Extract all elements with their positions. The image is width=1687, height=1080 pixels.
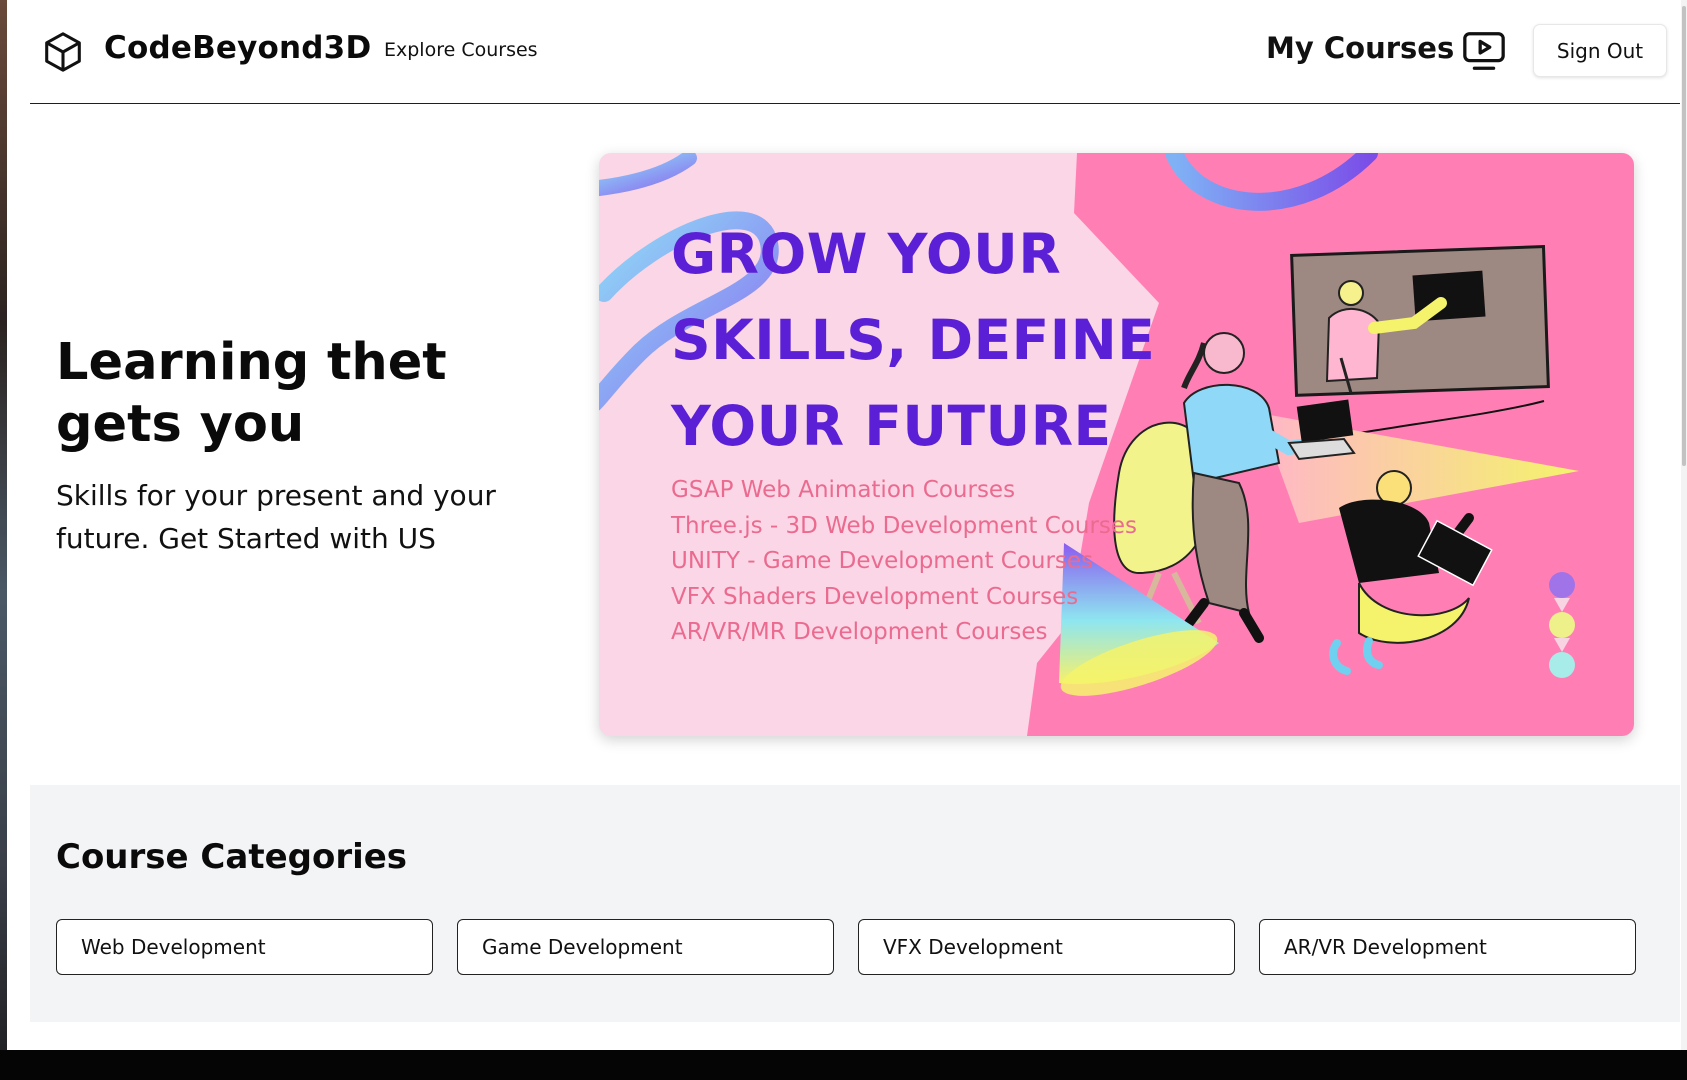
browser-page: CodeBeyond3D Explore Courses My Courses … [7,0,1687,1050]
sign-out-button[interactable]: Sign Out [1533,24,1667,77]
page-scrollbar[interactable] [1681,0,1687,1050]
course-categories-title: Course Categories [56,837,408,877]
brand-name[interactable]: CodeBeyond3D [104,30,371,66]
banner-course-item: UNITY - Game Development Courses [671,548,1094,575]
cube-icon[interactable] [40,28,86,76]
banner-course-item: GSAP Web Animation Courses [671,477,1016,503]
promo-banner: GROW YOUR SKILLS, DEFINE YOUR FUTURE GSA… [599,153,1634,736]
banner-course-item: VFX Shaders Development Courses [671,583,1079,610]
banner-headline: GROW YOUR SKILLS, DEFINE YOUR FUTURE [671,222,1156,458]
desktop-wallpaper-edge [0,0,7,1080]
banner-course-item: Three.js - 3D Web Development Courses [671,512,1138,539]
category-web-development-button[interactable]: Web Development [56,919,433,975]
banner-course-list: GSAP Web Animation Courses Three.js - 3D… [671,473,1137,651]
navbar: CodeBeyond3D Explore Courses My Courses … [30,0,1680,104]
banner-course-item: AR/VR/MR Development Courses [671,619,1048,646]
category-vfx-development-button[interactable]: VFX Development [858,919,1235,975]
category-game-development-button[interactable]: Game Development [457,919,834,975]
my-courses-link[interactable]: My Courses [1266,31,1454,65]
category-arvr-development-button[interactable]: AR/VR Development [1259,919,1636,975]
hero-title: Learning thet gets you [56,333,447,454]
explore-courses-link[interactable]: Explore Courses [384,39,538,61]
hero-subtitle: Skills for your present and your future.… [56,479,496,555]
tv-play-icon[interactable] [1461,28,1507,74]
taskbar-strip [0,1050,1687,1080]
scrollbar-thumb[interactable] [1682,6,1686,466]
course-categories-section: Course Categories Web Development Game D… [30,785,1680,1022]
